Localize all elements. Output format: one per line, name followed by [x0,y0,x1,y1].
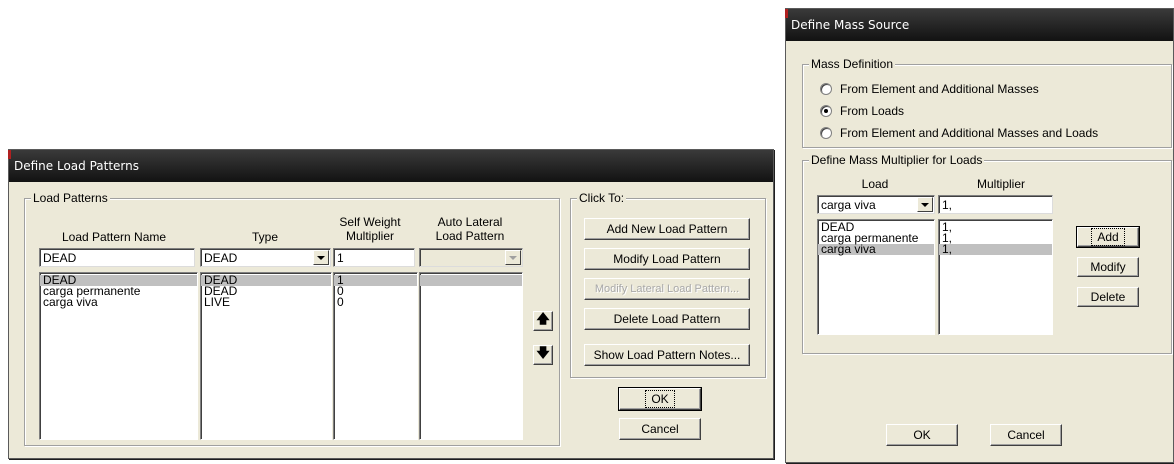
list-item[interactable]: carga viva [40,296,197,308]
load-patterns-group: Load Patterns Load Pattern Name Type Sel… [24,191,560,446]
chevron-down-icon[interactable] [313,250,329,265]
load-list[interactable]: DEAD carga permanente carga viva [817,219,935,335]
column-header-load: Load [861,177,889,191]
load-pattern-name-input[interactable]: DEAD [39,248,195,267]
click-to-group: Click To: Add New Load Pattern Modify Lo… [570,191,766,378]
mass-multiplier-group-label: Define Mass Multiplier for Loads [809,153,985,167]
mass-ok-button[interactable]: OK [886,424,958,446]
list-item[interactable]: 1, [939,243,1052,255]
mass-source-title-bar[interactable]: Define Mass Source [786,9,1173,41]
multiplier-list[interactable]: 1, 1, 1, [938,219,1053,335]
chevron-down-icon[interactable] [917,197,933,212]
list-item[interactable]: 0 [334,296,417,308]
load-pattern-type-select[interactable]: DEAD [200,248,331,267]
delete-load-pattern-button[interactable]: Delete Load Pattern [584,308,750,330]
chevron-down-icon[interactable] [505,250,521,265]
column-header-type: Type [251,230,278,244]
option-label: From Loads [840,104,905,118]
mass-definition-group: Mass Definition From Element and Additio… [802,57,1172,148]
list-item[interactable] [420,275,522,286]
window-corner-accent [8,150,11,159]
list-item[interactable]: 1 [334,274,417,286]
ok-button[interactable]: OK [618,387,702,411]
add-new-load-pattern-button[interactable]: Add New Load Pattern [584,218,750,240]
load-patterns-title-bar[interactable]: Define Load Patterns [9,150,773,182]
column-header-name: Load Pattern Name [61,230,167,244]
load-pattern-type-list[interactable]: DEAD DEAD LIVE [200,272,332,440]
mass-cancel-button[interactable]: Cancel [990,424,1062,446]
modify-lateral-load-pattern-button[interactable]: Modify Lateral Load Pattern... [584,278,750,300]
arrow-up-icon: 🡅 [536,311,550,326]
list-item[interactable]: carga viva [818,243,934,255]
load-select[interactable]: carga viva [817,195,935,214]
column-header-multiplier: Multiplier [345,229,394,243]
option-label: From Element and Additional Masses [840,82,1039,96]
list-item[interactable]: LIVE [201,296,331,308]
modify-button[interactable]: Modify [1077,257,1139,277]
list-item[interactable]: 1, [939,232,1052,244]
auto-lateral-list[interactable] [419,272,523,440]
delete-button[interactable]: Delete [1077,287,1139,307]
mass-source-client: Mass Definition From Element and Additio… [790,43,1172,458]
mass-definition-label: Mass Definition [809,57,896,71]
column-header-auto-lateral-pattern: Load Pattern [435,229,505,243]
load-patterns-dialog: Define Load Patterns Load Patterns Load … [8,149,774,459]
mass-source-title: Define Mass Source [791,18,910,32]
load-pattern-name-list[interactable]: DEAD carga permanente carga viva [39,272,198,440]
list-item[interactable]: 0 [334,285,417,297]
column-header-multiplier: Multiplier [976,177,1025,191]
window-corner-accent [785,9,788,18]
add-button[interactable]: Add [1076,226,1140,248]
show-load-pattern-notes-button[interactable]: Show Load Pattern Notes... [584,344,750,366]
list-item[interactable]: 1, [939,221,1052,233]
cancel-button[interactable]: Cancel [619,418,701,440]
move-down-button[interactable]: 🡇 [533,345,553,365]
radio-selected-dot [824,109,828,113]
load-patterns-client: Load Patterns Load Pattern Name Type Sel… [13,184,769,454]
radio-from-loads[interactable] [820,105,832,117]
self-weight-multiplier-input[interactable]: 1 [333,248,415,267]
load-patterns-group-label: Load Patterns [31,191,110,205]
move-up-button[interactable]: 🡅 [533,311,553,331]
mass-multiplier-group: Define Mass Multiplier for Loads Load Mu… [802,153,1172,354]
modify-load-pattern-button[interactable]: Modify Load Pattern [584,248,750,270]
multiplier-input[interactable]: 1, [938,195,1053,214]
click-to-label: Click To: [577,191,627,205]
self-weight-multiplier-list[interactable]: 1 0 0 [333,272,418,440]
radio-element-masses-and-loads[interactable] [820,127,832,139]
mass-source-dialog: Define Mass Source Mass Definition From … [785,8,1174,463]
option-label: From Element and Additional Masses and L… [840,126,1099,140]
auto-lateral-select[interactable] [419,248,523,267]
arrow-down-icon: 🡇 [536,345,550,360]
load-patterns-title: Define Load Patterns [14,159,140,173]
column-header-self-weight: Self Weight [339,215,401,229]
radio-element-additional-masses[interactable] [820,83,832,95]
column-header-auto-lateral: Auto Lateral [437,215,503,229]
